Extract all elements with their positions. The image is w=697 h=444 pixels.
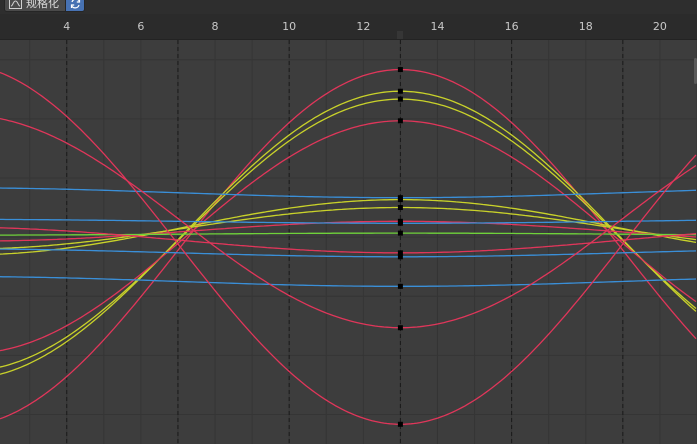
- keyframe-point: [397, 88, 403, 94]
- ruler-tick-label: 20: [652, 20, 667, 33]
- graph-editor-header: 规格化: [0, 0, 697, 14]
- auto-normalize-button[interactable]: [66, 0, 85, 12]
- keyframe-point: [397, 195, 403, 201]
- keyframe-point: [397, 254, 403, 260]
- ruler-tick-label: 6: [137, 20, 145, 33]
- refresh-cycle-icon: [70, 0, 80, 8]
- normalize-button-group: 规格化: [4, 0, 85, 12]
- keyframe-point: [397, 96, 403, 102]
- red-curve-1: [0, 68, 697, 420]
- ruler-tick-label: 12: [356, 20, 371, 33]
- blue-curve-3: [0, 248, 697, 258]
- graph-area[interactable]: [0, 40, 697, 444]
- normalize-toggle[interactable]: 规格化: [4, 0, 66, 12]
- keyframe-point: [397, 220, 403, 226]
- blue-curve-4: [0, 276, 697, 287]
- f-curve-canvas[interactable]: [0, 40, 697, 444]
- normalize-curve-icon: [9, 0, 22, 9]
- blue-curve-1: [0, 187, 697, 199]
- keyframe-point: [397, 118, 403, 124]
- red-curve-6: [0, 71, 697, 425]
- ruler-tick-label: 8: [211, 20, 219, 33]
- keyframe-point: [397, 421, 403, 427]
- ruler-tick-label: 10: [282, 20, 297, 33]
- normalize-label: 规格化: [26, 0, 59, 10]
- ruler-tick-label: 18: [578, 20, 593, 33]
- ruler-tick-label: 4: [63, 20, 71, 33]
- keyframe-point: [397, 325, 403, 331]
- red-curve-4: [0, 227, 697, 254]
- ruler-tick-label: 14: [430, 20, 445, 33]
- keyframe-point: [397, 67, 403, 73]
- keyframe-point: [397, 230, 403, 236]
- keyframe-point: [397, 205, 403, 211]
- current-frame-marker: [397, 31, 404, 39]
- keyframe-point: [397, 283, 403, 289]
- ruler-tick-label: 16: [504, 20, 519, 33]
- frame-ruler[interactable]: 4 6 8 10 12 14 16 18 20: [0, 14, 697, 40]
